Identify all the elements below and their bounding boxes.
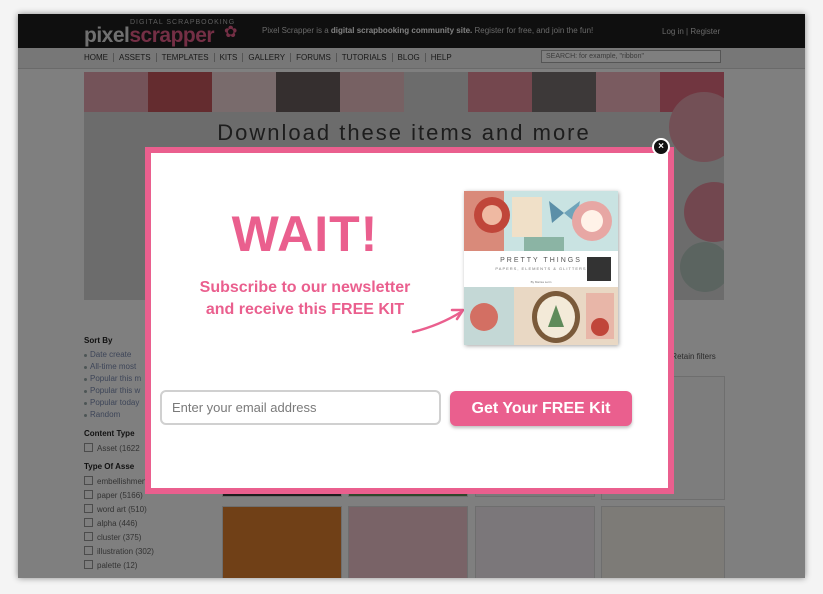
modal-headline: WAIT! bbox=[231, 206, 379, 262]
arrow-icon bbox=[411, 308, 465, 334]
email-input[interactable] bbox=[160, 390, 441, 425]
browser-viewport: DIGITAL SCRAPBOOKING pixelscrapper ✿ Pix… bbox=[18, 14, 805, 578]
get-free-kit-button[interactable]: Get Your FREE Kit bbox=[450, 391, 632, 426]
free-kit-preview: PRETTY THINGS PAPERS, ELEMENTS & GLITTER… bbox=[464, 191, 618, 345]
newsletter-modal: WAIT! Subscribe to our newsletter and re… bbox=[145, 147, 674, 494]
close-icon[interactable]: × bbox=[652, 138, 670, 156]
modal-subtitle-line1: Subscribe to our newsletter bbox=[199, 279, 411, 296]
kit-artwork-bottom bbox=[464, 287, 618, 345]
kit-collage-bottom bbox=[464, 287, 614, 345]
kit-brand-badge bbox=[587, 257, 611, 281]
kit-collage-top bbox=[464, 191, 612, 251]
kit-artwork-top bbox=[464, 191, 618, 251]
modal-subtitle-line2: and receive this FREE KIT bbox=[205, 301, 405, 318]
